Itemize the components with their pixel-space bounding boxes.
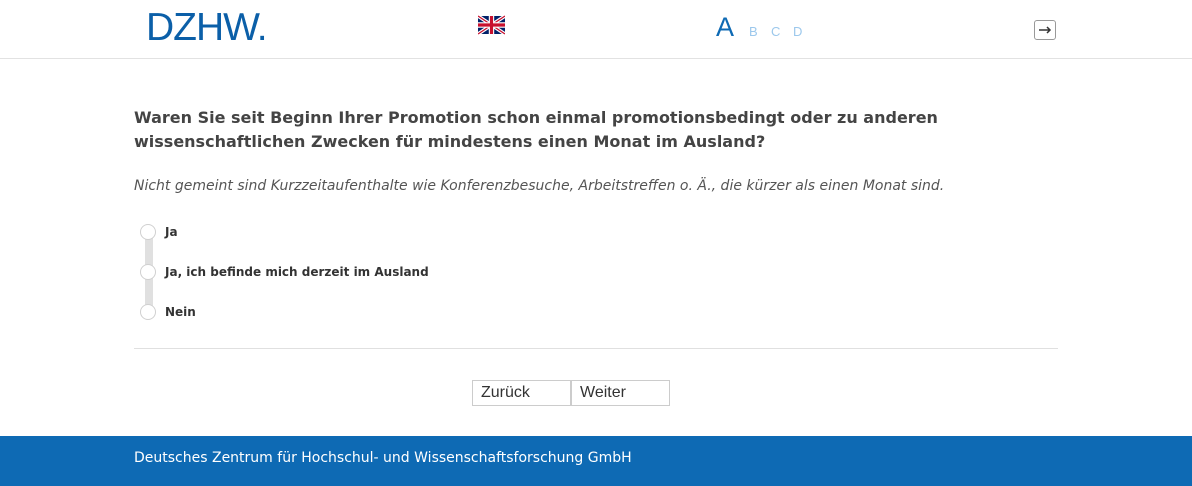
logout-arrow-icon bbox=[1039, 26, 1052, 34]
answer-label: Ja bbox=[165, 225, 178, 239]
font-size-a[interactable]: A bbox=[716, 12, 734, 42]
question-text: Waren Sie seit Beginn Ihrer Promotion sc… bbox=[134, 108, 938, 151]
radio-button[interactable] bbox=[140, 264, 156, 280]
radio-button[interactable] bbox=[140, 304, 156, 320]
dzhw-logo: DZHW. bbox=[146, 6, 268, 49]
header: DZHW. A B C D bbox=[0, 0, 1192, 59]
uk-flag-icon[interactable] bbox=[478, 15, 505, 35]
back-button[interactable]: Zurück bbox=[472, 380, 571, 406]
footer-text: Deutsches Zentrum für Hochschul- und Wis… bbox=[134, 450, 632, 466]
logout-button[interactable] bbox=[1034, 20, 1056, 40]
question-instruction: Nicht gemeint sind Kurzzeitaufenthalte w… bbox=[134, 178, 945, 194]
footer: Deutsches Zentrum für Hochschul- und Wis… bbox=[0, 436, 1192, 486]
radio-button[interactable] bbox=[140, 224, 156, 240]
font-size-b[interactable]: B bbox=[749, 24, 758, 40]
next-button[interactable]: Weiter bbox=[571, 380, 670, 406]
font-size-d[interactable]: D bbox=[793, 24, 802, 40]
answer-label: Nein bbox=[165, 305, 196, 319]
font-size-c[interactable]: C bbox=[771, 24, 780, 40]
divider bbox=[134, 348, 1058, 349]
answer-label: Ja, ich befinde mich derzeit im Ausland bbox=[165, 265, 429, 279]
